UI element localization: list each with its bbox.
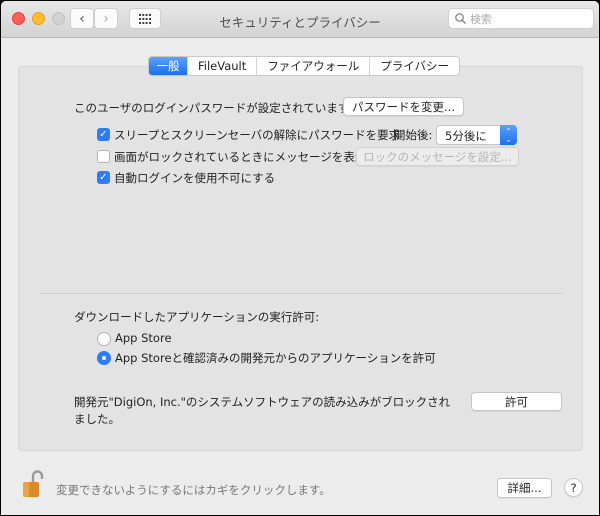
search-input[interactable]: 検索 [448, 8, 594, 29]
blocked-text-line1: 開発元"DigiOn, Inc."のシステムソフトウェアの読み込みがブロックされ [74, 395, 451, 409]
show-message-label: 画面がロックされているときにメッセージを表示 [114, 150, 367, 164]
tab-bar: 一般 FileVault ファイアウォール プライバシー [148, 56, 461, 76]
lock-hint-text: 変更できないようにするにはカギをクリックします。 [56, 483, 331, 497]
radio-app-store-label: App Store [115, 331, 172, 345]
title-bar: ‹ › セキュリティとプライバシー 検索 [1, 1, 599, 38]
change-password-button[interactable]: パスワードを変更... [343, 97, 464, 116]
require-password-checkbox[interactable]: ✓ [97, 128, 110, 141]
up-down-chevron-icon: ⌃ ⌃ [500, 125, 517, 145]
radio-app-store-identified[interactable] [97, 351, 111, 365]
tab-firewall[interactable]: ファイアウォール [256, 57, 369, 75]
tab-general[interactable]: 一般 [149, 57, 187, 75]
search-placeholder: 検索 [470, 12, 492, 26]
tab-privacy[interactable]: プライバシー [369, 57, 459, 75]
window: ‹ › セキュリティとプライバシー 検索 一般 FileVault ファイアウォ… [1, 1, 599, 515]
start-after-label: 開始後: [394, 128, 433, 142]
show-message-checkbox[interactable] [97, 150, 110, 163]
blocked-text-line2: ました。 [74, 412, 120, 426]
help-button[interactable]: ? [564, 478, 583, 497]
require-password-label: スリープとスクリーンセーバの解除にパスワードを要求 [114, 128, 401, 142]
disable-auto-login-label: 自動ログインを使用不可にする [114, 171, 276, 185]
search-icon [455, 13, 466, 24]
divider [40, 293, 562, 294]
disable-auto-login-checkbox[interactable]: ✓ [97, 171, 110, 184]
radio-app-store-identified-label: App Storeと確認済みの開発元からのアプリケーションを許可 [115, 351, 436, 365]
downloads-label: ダウンロードしたアプリケーションの実行許可: [74, 310, 320, 324]
set-lock-message-button[interactable]: ロックのメッセージを設定... [356, 147, 519, 166]
start-after-select[interactable]: 5分後に ⌃ ⌃ [436, 125, 517, 145]
start-after-value: 5分後に [445, 129, 487, 143]
password-status-text: このユーザのログインパスワードが設定されています [74, 101, 350, 115]
advanced-button[interactable]: 詳細... [497, 478, 552, 498]
radio-app-store[interactable] [97, 332, 111, 346]
tab-filevault[interactable]: FileVault [187, 57, 256, 75]
allow-button[interactable]: 許可 [471, 392, 562, 411]
unlocked-padlock-icon[interactable] [22, 469, 44, 499]
